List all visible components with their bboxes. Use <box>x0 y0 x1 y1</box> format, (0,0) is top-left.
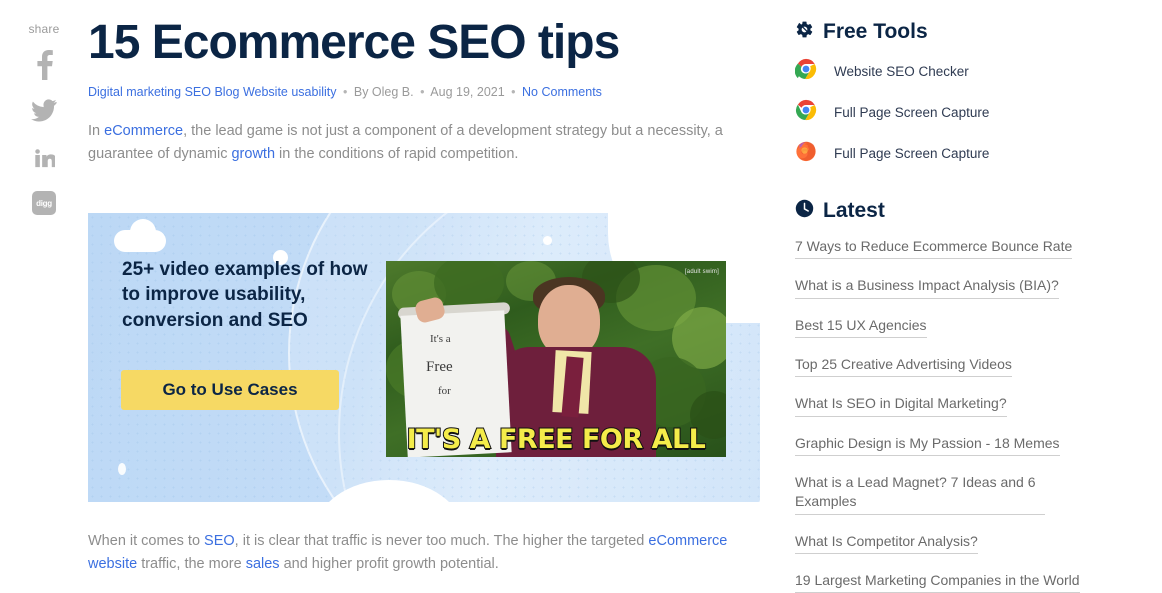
outro-text-4: and higher profit growth potential. <box>279 556 499 573</box>
tool-label: Website SEO Checker <box>834 64 969 79</box>
latest-item[interactable]: What is a Business Impact Analysis (BIA)… <box>795 276 1059 299</box>
chrome-icon <box>794 58 817 85</box>
latest-list: 7 Ways to Reduce Ecommerce Bounce Rate W… <box>795 237 1125 593</box>
tool-item-full-page-screen-capture-chrome[interactable]: Full Page Screen Capture <box>795 99 1125 126</box>
latest-title: Latest <box>823 199 885 222</box>
gif-caption: IT'S A FREE FOR ALL <box>406 423 707 456</box>
meta-date: Aug 19, 2021 <box>430 85 505 100</box>
linkedin-icon[interactable] <box>27 140 61 174</box>
intro-link-growth[interactable]: growth <box>231 146 275 162</box>
latest-item[interactable]: Top 25 Creative Advertising Videos <box>795 355 1012 378</box>
intro-paragraph: In eCommerce, the lead game is not just … <box>88 120 748 167</box>
facebook-icon[interactable] <box>27 48 61 82</box>
outro-text-2: , it is clear that traffic is never too … <box>234 533 649 549</box>
tool-label: Full Page Screen Capture <box>834 105 990 120</box>
gif-watermark: [adult swim] <box>684 269 719 275</box>
firefox-icon <box>795 140 817 167</box>
article-meta: Digital marketing SEO Blog Website usabi… <box>88 84 748 102</box>
meta-separator-2: • <box>420 85 425 100</box>
go-to-use-cases-button[interactable]: Go to Use Cases <box>121 370 339 410</box>
gif-sign-line-1: It's a <box>430 333 451 345</box>
promo-banner[interactable]: 25+ video examples of how to improve usa… <box>88 213 760 502</box>
decorative-dot-b <box>543 236 552 245</box>
meta-author: By Oleg B. <box>353 85 414 100</box>
meta-separator-3: • <box>511 85 516 100</box>
share-label: share <box>28 22 60 36</box>
promo-headline: 25+ video examples of how to improve usa… <box>122 259 368 331</box>
sidebar: Free Tools Website SEO Checker Full Page… <box>794 0 1125 593</box>
share-rail: share digg <box>0 0 88 590</box>
meta-separator-1: • <box>343 85 348 100</box>
latest-item[interactable]: What Is Competitor Analysis? <box>795 532 978 554</box>
outro-text-3: traffic, the more <box>137 556 246 573</box>
chrome-icon <box>795 99 817 126</box>
tool-label: Full Page Screen Capture <box>834 146 990 161</box>
latest-item[interactable]: What Is SEO in Digital Marketing? <box>795 394 1007 417</box>
gif-sign-line-3: for <box>438 385 451 397</box>
article-column: 15 Ecommerce SEO tips Digital marketing … <box>88 0 760 590</box>
clock-icon <box>795 199 814 223</box>
gear-icon <box>795 20 814 44</box>
meta-category-digital-marketing[interactable]: Digital marketing <box>88 85 181 99</box>
tool-item-full-page-screen-capture-firefox[interactable]: Full Page Screen Capture <box>795 140 1125 167</box>
free-tools-list: Website SEO Checker Full Page Screen Cap… <box>794 58 1125 167</box>
latest-item[interactable]: Best 15 UX Agencies <box>795 316 927 338</box>
meta-comments-link[interactable]: No Comments <box>522 85 602 99</box>
gif-sign-line-2: Free <box>426 359 453 375</box>
meta-category-website-usability[interactable]: Website usability <box>243 85 337 99</box>
latest-item[interactable]: Graphic Design is My Passion - 18 Memes <box>795 434 1060 456</box>
digg-icon[interactable]: digg <box>27 186 61 220</box>
promo-gif[interactable]: [adult swim] It's a Free for IT'S A FREE… <box>386 261 726 457</box>
intro-text-3: in the conditions of rapid competition. <box>275 146 519 163</box>
latest-item[interactable]: 7 Ways to Reduce Ecommerce Bounce Rate <box>795 237 1073 260</box>
latest-item[interactable]: What is a Lead Magnet? 7 Ideas and 6 Exa… <box>795 473 1045 515</box>
page-title: 15 Ecommerce SEO tips <box>88 16 620 69</box>
meta-category-seo-blog[interactable]: SEO Blog <box>185 85 240 99</box>
outro-link-seo[interactable]: SEO <box>204 533 235 549</box>
digg-icon-label: digg <box>32 191 56 215</box>
intro-link-ecommerce[interactable]: eCommerce <box>104 123 183 139</box>
decorative-dot-e <box>118 463 126 475</box>
outro-link-sales[interactable]: sales <box>246 556 280 572</box>
free-tools-title: Free Tools <box>823 20 928 43</box>
intro-text-1: In <box>88 122 105 139</box>
latest-header: Latest <box>795 199 1125 223</box>
twitter-icon[interactable] <box>27 94 61 128</box>
tool-item-website-seo-checker[interactable]: Website SEO Checker <box>794 58 1125 85</box>
outro-text-1: When it comes to <box>88 533 205 549</box>
free-tools-header: Free Tools <box>795 20 1125 44</box>
cloud-icon-top-left <box>114 219 166 252</box>
outro-paragraph: When it comes to SEO, it is clear that t… <box>88 530 738 577</box>
